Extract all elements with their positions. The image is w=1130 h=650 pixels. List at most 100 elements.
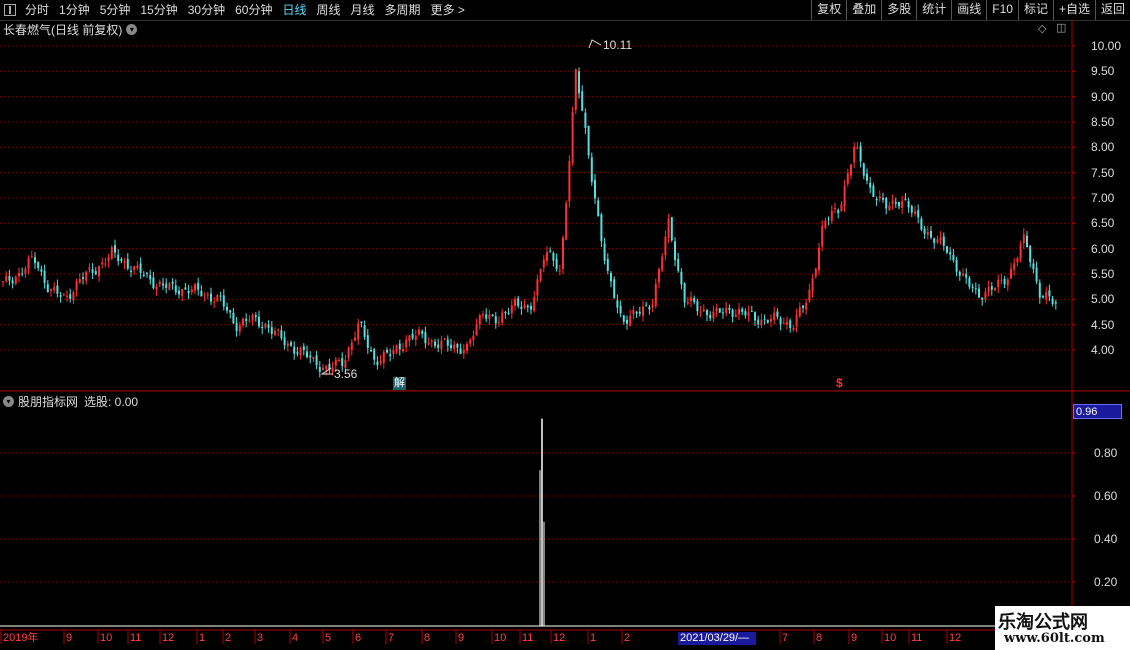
candle-body xyxy=(539,268,542,281)
candle-body xyxy=(389,354,392,357)
diamond-icon[interactable]: ◇ xyxy=(1038,22,1046,35)
candle-body xyxy=(978,288,980,298)
watermark-url: www.60lt.com xyxy=(1004,631,1105,646)
candle-body xyxy=(398,343,401,350)
candle-body xyxy=(930,231,932,238)
candle-body xyxy=(757,319,760,325)
candle-body xyxy=(142,274,145,276)
candle-body xyxy=(376,361,379,366)
candle-body xyxy=(709,314,712,319)
price-tick-label: 8.50 xyxy=(1091,115,1115,129)
candle-body xyxy=(357,323,360,340)
candle-body xyxy=(363,325,366,337)
candle-body xyxy=(504,311,507,313)
candle-body xyxy=(552,252,555,261)
expand-icon[interactable]: ◫ xyxy=(1056,21,1066,34)
candle-body xyxy=(990,286,993,290)
chevron-down-icon[interactable]: ▾ xyxy=(3,396,14,407)
date-label: 11 xyxy=(130,632,142,644)
candle-body xyxy=(11,280,14,284)
candle-body xyxy=(360,321,363,324)
indicator-title[interactable]: ▾ 股朋指标网 选股: 0.00 xyxy=(3,393,138,410)
candle-body xyxy=(606,258,609,271)
candle-body xyxy=(824,220,827,229)
date-label: 9 xyxy=(66,632,73,644)
candle-body xyxy=(994,287,996,291)
candle-body xyxy=(213,302,216,304)
candle-body xyxy=(238,325,241,332)
candle-body xyxy=(741,309,744,312)
candle-body xyxy=(600,214,603,242)
candle-body xyxy=(802,305,804,308)
candle-body xyxy=(155,286,158,290)
candle-body xyxy=(546,252,548,261)
candle-body xyxy=(101,262,104,265)
candle-body xyxy=(158,281,161,285)
date-label: 10 xyxy=(494,632,507,644)
candle-body xyxy=(821,226,824,247)
candle-body xyxy=(814,268,817,277)
dividend-event-badge[interactable]: $ xyxy=(836,376,843,390)
candle-body xyxy=(597,200,600,217)
candle-body xyxy=(379,360,382,364)
candle-body xyxy=(104,263,107,265)
candle-body xyxy=(584,112,587,128)
candle-body xyxy=(578,71,580,94)
candle-body xyxy=(280,330,283,339)
candle-body xyxy=(222,295,225,307)
candle-body xyxy=(789,320,792,328)
candle-body xyxy=(747,311,750,316)
candle-body xyxy=(82,277,84,279)
candle-body xyxy=(46,284,49,293)
candle-body xyxy=(571,111,574,163)
candle-body xyxy=(840,204,843,212)
price-tick-label: 4.50 xyxy=(1091,317,1115,332)
candle-body xyxy=(878,196,881,199)
candle-body xyxy=(818,248,820,271)
candle-body xyxy=(885,197,888,209)
candle-body xyxy=(427,343,430,345)
candle-body xyxy=(456,343,459,348)
candle-body xyxy=(549,250,552,252)
date-label: 6 xyxy=(355,632,362,644)
candle-body xyxy=(501,312,504,323)
candle-body xyxy=(152,277,155,289)
candle-body xyxy=(18,272,20,277)
candle-body xyxy=(731,309,734,317)
grid-lines xyxy=(0,20,1130,631)
candle-body xyxy=(430,340,433,342)
candle-body xyxy=(744,311,747,316)
candle-body xyxy=(8,275,11,281)
chart-canvas[interactable] xyxy=(0,0,1130,650)
candle-body xyxy=(62,294,65,296)
markers xyxy=(320,39,602,375)
candle-body xyxy=(702,309,705,311)
candle-body xyxy=(437,344,440,348)
candle-body xyxy=(421,330,424,334)
main-chart-title[interactable]: 长春燃气(日线 前复权) ▾ xyxy=(3,21,138,38)
date-label: 8 xyxy=(424,632,431,644)
chevron-down-icon[interactable]: ▾ xyxy=(126,24,138,35)
unlock-event-badge[interactable]: 解 xyxy=(393,377,406,390)
candle-body xyxy=(178,290,180,295)
candle-body xyxy=(117,254,120,261)
candle-body xyxy=(293,346,296,354)
candle-body xyxy=(664,236,667,256)
candle-body xyxy=(184,287,187,290)
candle-body xyxy=(718,308,721,313)
candle-body xyxy=(725,307,728,313)
candle-body xyxy=(318,367,321,372)
price-tick-label: 8.00 xyxy=(1091,140,1115,155)
candle-body xyxy=(453,344,456,349)
candle-body xyxy=(510,305,513,314)
candle-body xyxy=(830,210,833,222)
date-label: 2019年 xyxy=(3,632,39,644)
candle-body xyxy=(728,307,731,311)
candle-body xyxy=(706,310,708,316)
indicator-series xyxy=(0,418,1072,627)
date-label: 11 xyxy=(911,632,923,644)
candle-body xyxy=(338,360,340,362)
indicator-tick-label: 0.20 xyxy=(1094,575,1118,589)
candle-body xyxy=(264,323,267,328)
candle-body xyxy=(699,311,702,313)
